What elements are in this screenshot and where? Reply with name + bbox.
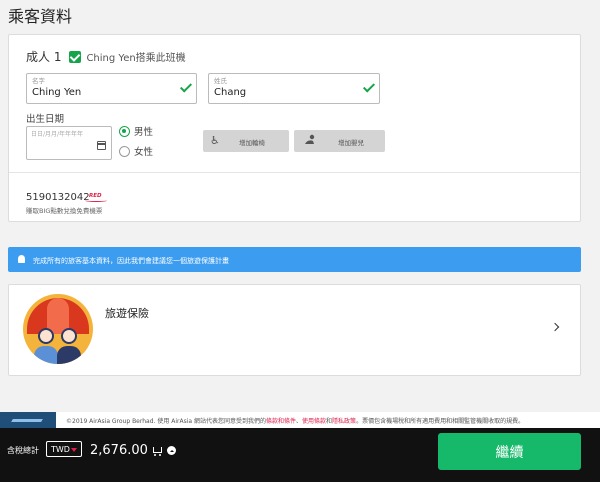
add-wheelchair-button[interactable]: ♿ 增加輪椅 [203, 130, 289, 152]
info-banner-text: 完成所有的旅客基本資料，因此我們會建議您一個旅遊保護計畫 [33, 257, 229, 265]
gender-male-label: 男性 [134, 127, 154, 138]
first-name-field[interactable]: 名字 Ching Yen [26, 73, 197, 104]
dob-label: 出生日期 [26, 114, 65, 125]
footer-copyright: ©2019 AirAsia Group Berhad. 使用 AirAsia 網… [66, 418, 266, 425]
continue-button[interactable]: 繼續 [438, 433, 581, 470]
traveling-checkbox[interactable] [69, 50, 82, 63]
currency-value: TWD [51, 445, 70, 454]
insurance-umbrella-icon [23, 294, 93, 364]
privacy-link[interactable]: 隱私政策 [332, 418, 356, 425]
wheelchair-icon: ♿ [210, 134, 220, 147]
member-id: 5190132042 [26, 192, 90, 203]
infant-icon [305, 134, 315, 144]
divider [9, 172, 580, 173]
footer-text: ©2019 AirAsia Group Berhad. 使用 AirAsia 網… [66, 416, 524, 425]
dob-placeholder: 日日/月月/年年年年 [31, 131, 84, 138]
member-note: 賺取BIG點數兌換免費機票 [26, 207, 103, 215]
caret-down-icon [71, 448, 77, 452]
info-banner: 完成所有的旅客基本資料，因此我們會建議您一個旅遊保護計畫 [8, 247, 581, 272]
chevron-right-icon[interactable] [550, 322, 560, 332]
insurance-card[interactable]: 旅遊保險 [8, 284, 581, 376]
first-name-value: Ching Yen [32, 87, 82, 98]
passenger-card: 成人 1 Ching Yen搭乘此班機 名字 Ching Yen 姓氏 Chan… [8, 34, 581, 222]
calendar-icon[interactable] [97, 141, 106, 150]
bottom-bar: 含稅總計 TWD 2,676.00 繼續 [0, 428, 600, 482]
radio-unselected-icon[interactable] [119, 145, 130, 157]
valid-check-icon [362, 80, 376, 93]
total-label: 含稅總計 [7, 446, 39, 455]
usage-terms-link[interactable]: 使用條款 [302, 418, 326, 425]
gender-male-option[interactable]: 男性 [119, 124, 153, 138]
radio-selected-icon[interactable] [119, 125, 130, 137]
total-amount: 2,676.00 [90, 443, 148, 458]
valid-check-icon [179, 80, 193, 93]
expand-up-icon[interactable] [167, 446, 176, 455]
add-infant-button[interactable]: 增加嬰兒 [294, 130, 385, 152]
footer-rest: 。票價包含機場稅和所有適用費用和相關監管機關收取的規費。 [356, 418, 525, 425]
gender-female-option[interactable]: 女性 [119, 144, 153, 158]
dob-input[interactable]: 日日/月月/年年年年 [26, 126, 112, 160]
add-wheelchair-label: 增加輪椅 [239, 139, 265, 147]
bell-icon [18, 255, 25, 263]
last-name-field[interactable]: 姓氏 Chang [208, 73, 380, 104]
first-name-label: 名字 [32, 77, 45, 85]
last-name-label: 姓氏 [214, 77, 227, 85]
page-title: 乘客資料 [8, 7, 73, 26]
gender-female-label: 女性 [134, 147, 154, 158]
red-swoosh-icon [85, 199, 107, 202]
last-name-value: Chang [214, 87, 247, 98]
add-infant-label: 增加嬰兒 [338, 139, 364, 147]
cart-icon[interactable] [153, 447, 162, 456]
currency-select[interactable]: TWD [46, 441, 82, 457]
passenger-header: 成人 1 Ching Yen搭乘此班機 [26, 48, 186, 65]
terms-link[interactable]: 條款和條件 [266, 418, 296, 425]
passenger-label: 成人 1 [26, 50, 62, 64]
insurance-title: 旅遊保險 [105, 307, 149, 320]
traveling-checkbox-label: Ching Yen搭乘此班機 [86, 53, 186, 64]
